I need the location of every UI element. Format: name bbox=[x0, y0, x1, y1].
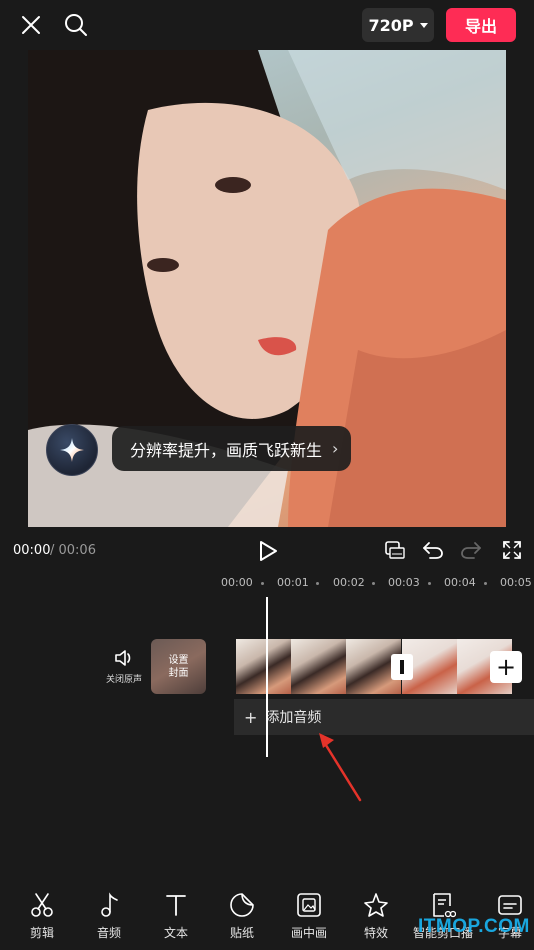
ruler-dot bbox=[484, 582, 487, 585]
tool-label: 剪辑 bbox=[29, 926, 54, 940]
annotation-arrow bbox=[319, 733, 362, 802]
voiceover-off-icon[interactable] bbox=[381, 538, 409, 564]
ruler-dot bbox=[428, 582, 431, 585]
add-audio-button[interactable]: + 添加音频 bbox=[234, 699, 534, 735]
set-cover-label: 设置封面 bbox=[168, 654, 189, 679]
fullscreen-icon[interactable] bbox=[499, 537, 525, 563]
resolution-button[interactable]: 720P bbox=[362, 8, 434, 42]
clip-thumbnail bbox=[291, 639, 346, 694]
ruler-tick: 00:05 bbox=[500, 576, 532, 589]
transition-icon[interactable] bbox=[391, 654, 413, 680]
tool-label: 特效 bbox=[363, 926, 388, 940]
ruler-dot bbox=[316, 582, 319, 585]
enhance-tip[interactable]: 分辨率提升，画质飞跃新生 › bbox=[112, 426, 351, 471]
tool-audio[interactable]: 音频 bbox=[79, 892, 139, 941]
tool-text[interactable]: 文本 bbox=[146, 892, 206, 941]
sticker-icon bbox=[230, 893, 254, 917]
tool-sticker[interactable]: 贴纸 bbox=[212, 892, 272, 941]
watermark: ITMOP.COM bbox=[418, 916, 530, 937]
speaker-icon bbox=[115, 650, 131, 666]
caret-down-icon bbox=[419, 22, 428, 28]
music-note-icon bbox=[101, 892, 118, 917]
tool-label: 文本 bbox=[163, 926, 188, 940]
current-time: 00:00 bbox=[13, 543, 51, 558]
tool-label: 画中画 bbox=[290, 926, 327, 940]
ruler-dot bbox=[372, 582, 375, 585]
resolution-label: 720P bbox=[368, 15, 414, 35]
mute-original-label: 关闭原声 bbox=[105, 675, 142, 685]
ruler-dot bbox=[261, 582, 264, 585]
clip-thumbnail bbox=[236, 639, 291, 694]
undo-icon[interactable] bbox=[420, 537, 446, 563]
add-clip-button[interactable]: + bbox=[490, 651, 522, 683]
ruler-tick: 00:01 bbox=[277, 576, 309, 589]
document-scissors-icon bbox=[433, 893, 456, 918]
subtitle-icon bbox=[498, 895, 522, 915]
set-cover-button[interactable]: 设置封面 bbox=[151, 639, 206, 694]
play-icon[interactable] bbox=[253, 536, 283, 566]
ruler-tick: 00:04 bbox=[444, 576, 476, 589]
mute-original-button[interactable]: 关闭原声 bbox=[104, 648, 144, 688]
add-audio-label: 添加音频 bbox=[265, 710, 322, 726]
plus-icon: + bbox=[244, 707, 258, 727]
tool-label: 音频 bbox=[96, 926, 121, 940]
ruler-tick: 00:02 bbox=[333, 576, 365, 589]
video-preview[interactable]: 分辨率提升，画质飞跃新生 › bbox=[28, 50, 506, 527]
redo-icon[interactable] bbox=[458, 537, 484, 563]
export-button[interactable]: 导出 bbox=[446, 8, 516, 42]
total-time: / 00:06 bbox=[50, 543, 96, 558]
picture-in-picture-icon bbox=[297, 893, 321, 917]
playhead[interactable] bbox=[266, 597, 268, 757]
tool-label: 贴纸 bbox=[229, 926, 254, 940]
sparkle-icon bbox=[60, 438, 84, 462]
enhance-tip-text: 分辨率提升，画质飞跃新生 bbox=[130, 440, 323, 460]
ai-enhance-button[interactable] bbox=[46, 424, 98, 476]
scissors-icon bbox=[31, 893, 53, 917]
tool-edit[interactable]: 剪辑 bbox=[12, 892, 72, 941]
star-magic-icon bbox=[364, 893, 388, 917]
close-icon[interactable] bbox=[14, 8, 48, 42]
tool-pip[interactable]: 画中画 bbox=[279, 892, 339, 941]
ruler-tick: 00:03 bbox=[388, 576, 420, 589]
search-icon[interactable] bbox=[58, 8, 94, 42]
tool-effects[interactable]: 特效 bbox=[346, 892, 406, 941]
text-icon bbox=[166, 895, 186, 916]
chevron-right-icon: › bbox=[332, 439, 339, 458]
ruler-tick: 00:00 bbox=[221, 576, 253, 589]
